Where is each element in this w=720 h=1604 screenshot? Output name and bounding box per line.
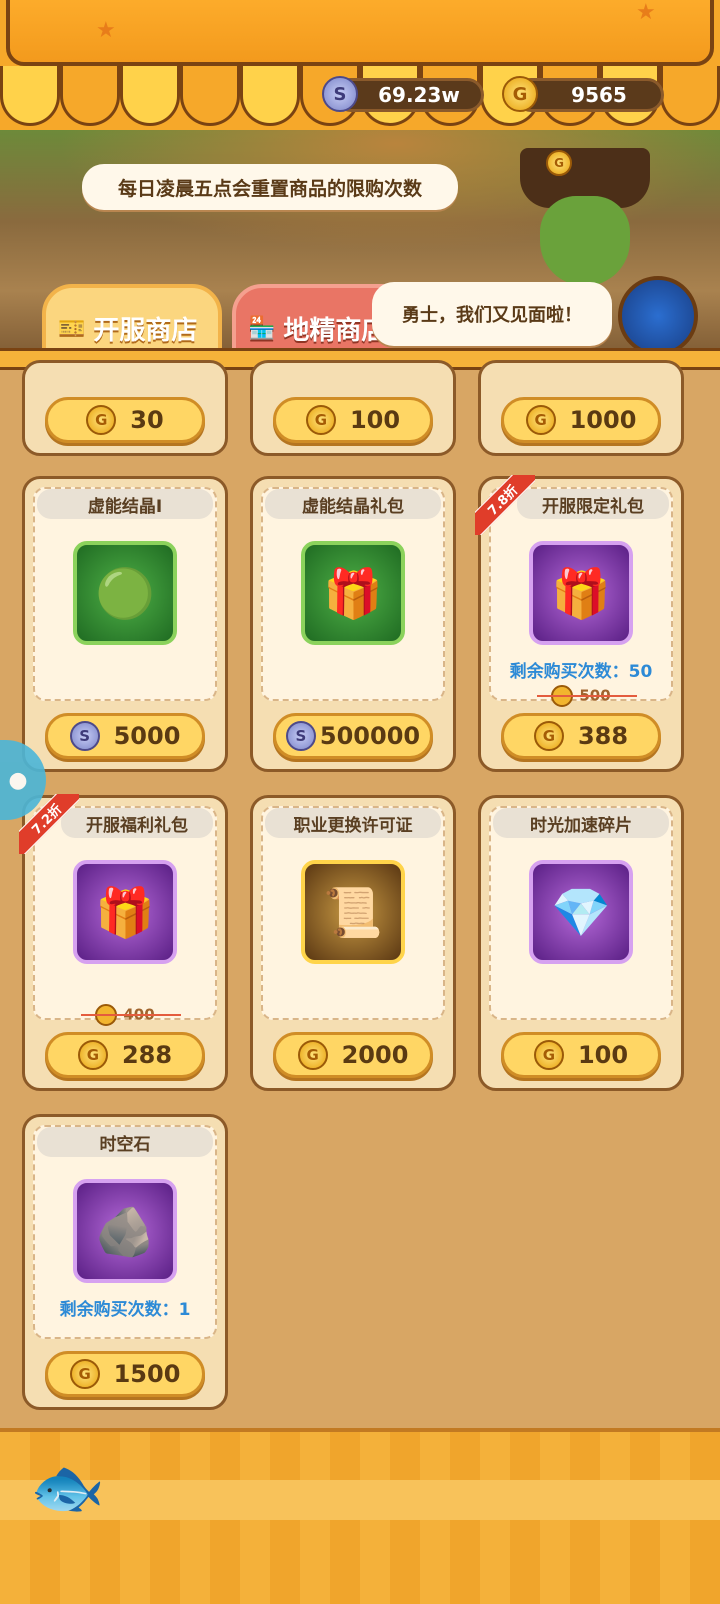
reset-notice-bubble: 每日凌晨五点会重置商品的限购次数 — [82, 164, 458, 210]
assistant-icon: ● — [8, 767, 28, 793]
price-button[interactable]: G 288 — [45, 1032, 205, 1078]
reset-notice-text: 每日凌晨五点会重置商品的限购次数 — [117, 177, 422, 200]
item-title: 开服福利礼包 — [61, 808, 213, 838]
item-title: 开服限定礼包 — [517, 489, 669, 519]
old-price: 500 — [481, 685, 681, 707]
star-icon: ★ — [96, 18, 116, 43]
price-button[interactable]: S 5000 — [45, 713, 205, 759]
shop-item[interactable]: 时空石 🪨 剩余购买次数：1 G 1500 — [22, 1114, 228, 1410]
discount-ribbon: 7.8折 — [475, 475, 535, 535]
silver-amount: 69.23w — [378, 83, 460, 107]
gold-coin-icon: G — [86, 405, 117, 435]
ticket-icon: 🎫 — [58, 315, 86, 341]
greeting-bubble: 勇士，我们又见面啦！ — [372, 282, 612, 346]
gold-coin-icon: G — [525, 405, 556, 435]
gold-coin-icon: G — [69, 1359, 100, 1389]
green-crystal-icon: 🟢 — [73, 541, 177, 645]
price-value: 500000 — [319, 722, 421, 750]
price-button[interactable]: G 100 — [501, 1032, 661, 1078]
price-value: 100 — [349, 406, 401, 434]
price-value: 2000 — [341, 1041, 409, 1069]
gold-coin-icon: G — [305, 405, 336, 435]
discount-label: 7.8折 — [475, 475, 535, 535]
price-button[interactable]: G 388 — [501, 713, 661, 759]
gold-coin-icon: G — [297, 1040, 328, 1070]
gold-coin-icon: G — [533, 1040, 564, 1070]
shop-item[interactable]: 时光加速碎片 💎 G 100 — [478, 795, 684, 1091]
silver-coin-icon: S — [285, 721, 316, 751]
gold-coin-icon: G — [502, 76, 538, 112]
remaining-count: 剩余购买次数：1 — [59, 1300, 191, 1320]
blue-crystal-icon: 💎 — [529, 860, 633, 964]
star-icon: ★ — [636, 0, 656, 25]
shop-item-partial[interactable]: G 100 — [250, 360, 456, 456]
tab-label: 开服商店 — [93, 315, 198, 346]
hero-avatar[interactable] — [618, 276, 698, 356]
shop-item[interactable]: 开服福利礼包 7.2折 🎁 400 G 288 — [19, 794, 228, 1091]
gold-coin-icon: G — [77, 1040, 108, 1070]
silver-coin-icon: S — [69, 721, 100, 751]
shop-icon: 🏪 — [248, 315, 276, 341]
price-button[interactable]: G 100 — [273, 397, 433, 443]
mystery-gift-icon: 🎁 — [73, 860, 177, 964]
price-button[interactable]: G 1500 — [45, 1351, 205, 1397]
item-title: 虚能结晶礼包 — [265, 489, 441, 519]
old-price: 400 — [25, 1004, 225, 1026]
mystery-gift-icon: 🎁 — [529, 541, 633, 645]
price-value: 288 — [121, 1041, 173, 1069]
purple-stone-icon: 🪨 — [73, 1179, 177, 1283]
price-button[interactable]: S 500000 — [273, 713, 433, 759]
gold-amount: 9565 — [571, 83, 627, 107]
item-title: 虚能结晶Ⅰ — [37, 489, 213, 519]
price-value: 388 — [577, 722, 629, 750]
price-value: 1000 — [569, 406, 637, 434]
bottom-pattern-band — [0, 1480, 720, 1520]
price-button[interactable]: G 1000 — [501, 397, 661, 443]
shop-item[interactable]: 虚能结晶Ⅰ 🟢 S 5000 — [22, 476, 228, 772]
shop-item-partial[interactable]: G 1000 — [478, 360, 684, 456]
hat-coin-icon: G — [546, 150, 572, 176]
scroll-icon: 📜 — [301, 860, 405, 964]
price-value: 30 — [130, 406, 164, 434]
fishbone-icon[interactable]: 🐟 — [30, 1452, 105, 1523]
price-button[interactable]: G 30 — [45, 397, 205, 443]
goblin-merchant — [540, 196, 630, 286]
green-gift-icon: 🎁 — [301, 541, 405, 645]
shop-item[interactable]: 开服限定礼包 7.8折 🎁 剩余购买次数：50 500 G 388 — [475, 475, 684, 772]
price-value: 1500 — [113, 1360, 181, 1388]
greeting-text: 勇士，我们又见面啦！ — [402, 305, 582, 326]
price-button[interactable]: G 2000 — [273, 1032, 433, 1078]
item-title: 时光加速碎片 — [493, 808, 669, 838]
gold-coin-icon: G — [533, 721, 564, 751]
shop-item[interactable]: 职业更换许可证 📜 G 2000 — [250, 795, 456, 1091]
shop-item[interactable]: 虚能结晶礼包 🎁 S 500000 — [250, 476, 456, 772]
item-title: 时空石 — [37, 1127, 213, 1157]
item-title: 职业更换许可证 — [265, 808, 441, 838]
remaining-count: 剩余购买次数：50 — [509, 662, 653, 682]
silver-coin-icon: S — [322, 76, 358, 112]
price-value: 100 — [577, 1041, 629, 1069]
price-value: 5000 — [113, 722, 181, 750]
shop-item-partial[interactable]: G 30 — [22, 360, 228, 456]
